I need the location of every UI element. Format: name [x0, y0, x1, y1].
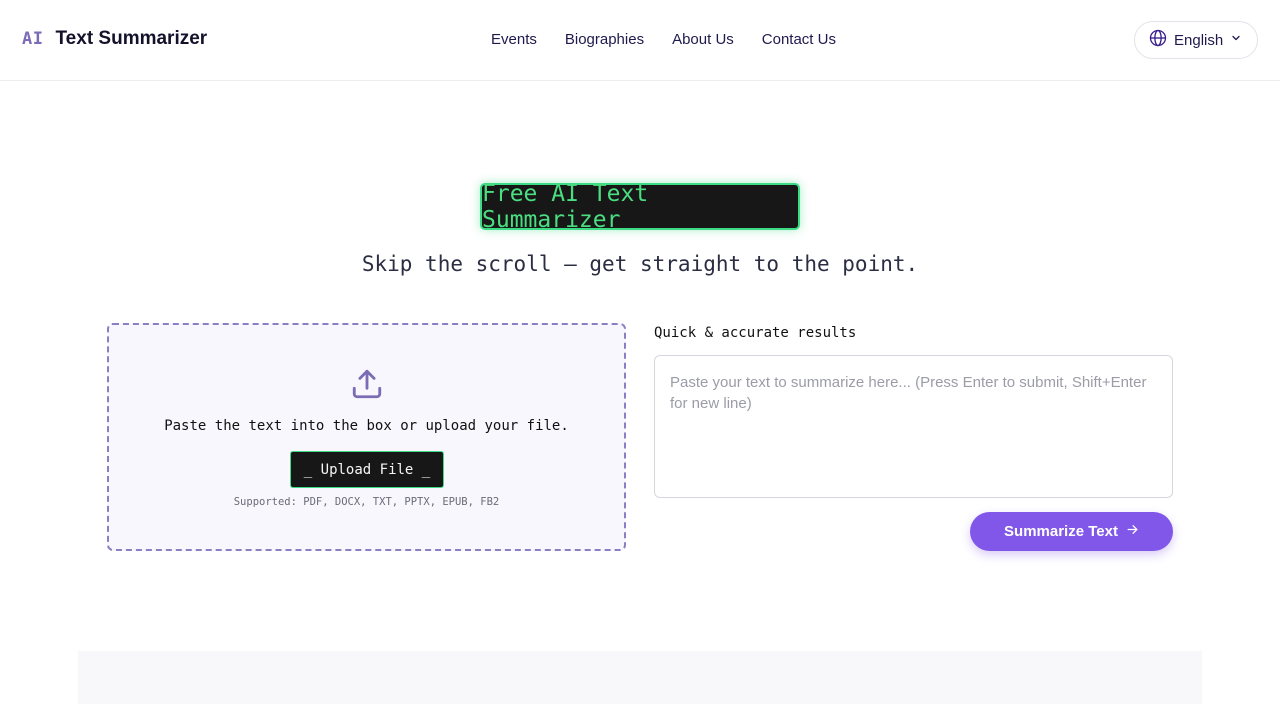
arrow-right-icon: [1126, 523, 1139, 540]
upload-file-button[interactable]: _ Upload File _: [290, 451, 444, 488]
hero-subtitle: Skip the scroll — get straight to the po…: [361, 252, 919, 276]
hero-title: Free AI Text Summarizer: [482, 180, 649, 233]
globe-icon: [1149, 29, 1167, 52]
summarize-text-button[interactable]: Summarize Text: [970, 512, 1173, 551]
nav-item-events[interactable]: Events: [491, 31, 537, 48]
site-logo[interactable]: AI Text Summarizer: [22, 28, 207, 50]
nav-item-about-us[interactable]: About Us: [672, 31, 734, 48]
main-nav: Events Biographies About Us Contact Us: [491, 31, 864, 48]
upload-icon: [350, 367, 384, 406]
chevron-down-icon: [1230, 31, 1242, 49]
file-drop-zone[interactable]: Paste the text into the box or upload yo…: [107, 323, 626, 551]
summarizer-label: Quick & accurate results: [654, 325, 857, 341]
upload-instruction: Paste the text into the box or upload yo…: [164, 418, 569, 434]
summarize-button-label: Summarize Text: [1004, 523, 1118, 540]
hero-badge: Free AI Text Summarizer: [480, 180, 800, 233]
summarize-text-input[interactable]: [654, 355, 1173, 498]
bottom-section-panel: [78, 651, 1202, 704]
language-selector[interactable]: English: [1134, 21, 1258, 59]
logo-text: Text Summarizer: [55, 28, 208, 49]
supported-formats: Supported: PDF, DOCX, TXT, PPTX, EPUB, F…: [233, 496, 500, 508]
site-header: AI Text Summarizer Events Biographies Ab…: [0, 0, 1280, 81]
logo-mark: AI: [22, 29, 44, 49]
language-label: English: [1174, 31, 1224, 49]
nav-item-contact-us[interactable]: Contact Us: [762, 31, 836, 48]
nav-item-biographies[interactable]: Biographies: [565, 31, 644, 48]
